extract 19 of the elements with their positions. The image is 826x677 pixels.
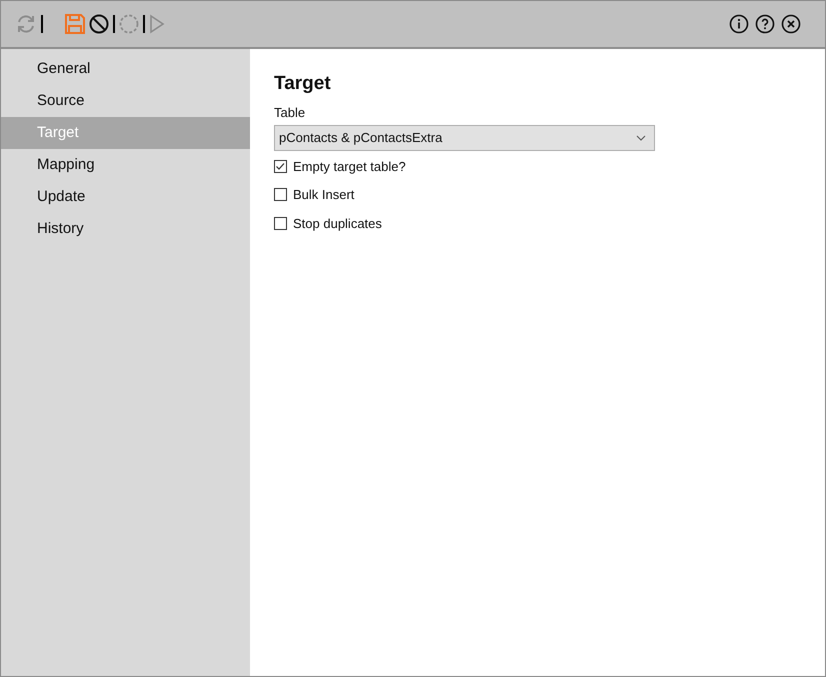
checkbox-label: Stop duplicates [293,214,382,233]
table-dropdown[interactable]: pContacts & pContactsExtra [274,124,655,150]
chevron-icon [636,134,646,140]
field-label: Table [274,104,306,122]
section-title: Target [274,72,331,96]
sidebar-item[interactable]: Mapping [1,149,250,181]
info-icon[interactable] [729,14,749,34]
sidebar-item[interactable]: General [1,53,250,85]
sidebar-item[interactable]: History [1,213,250,245]
sidebar-item[interactable]: Update [1,181,250,213]
checkbox[interactable] [274,188,287,202]
checkbox-label: Empty target table? [293,158,406,176]
checkbox-label: Bulk Insert [293,186,354,204]
help-icon[interactable] [755,14,775,34]
checkbox[interactable] [274,160,287,173]
sidebar-item[interactable]: Source [1,85,250,117]
checkbox[interactable] [274,216,287,230]
close-icon[interactable] [781,14,801,34]
cancel-icon[interactable] [89,14,109,34]
